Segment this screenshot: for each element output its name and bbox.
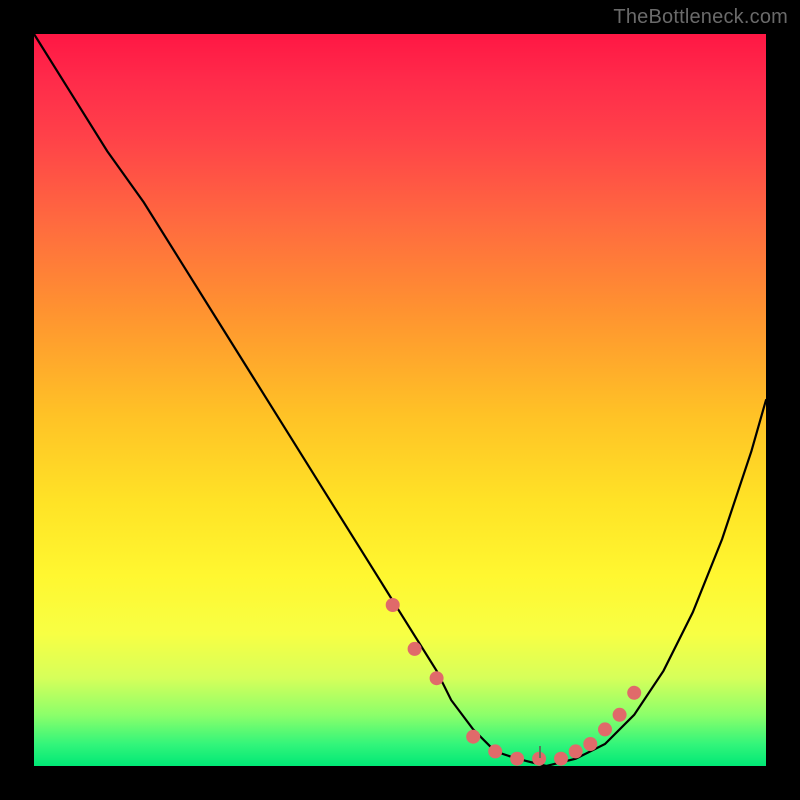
chart-stage: TheBottleneck.com [0,0,800,800]
highlight-dot [569,744,583,758]
chart-svg [34,34,766,766]
highlight-dot [510,752,524,766]
highlight-dot [554,752,568,766]
watermark-text: TheBottleneck.com [613,6,788,29]
plot-area [34,34,766,766]
highlight-dots-group [386,598,642,766]
highlight-dot [466,730,480,744]
highlight-dot [627,686,641,700]
highlight-dot [613,708,627,722]
highlight-dot [598,722,612,736]
highlight-dot [488,744,502,758]
bottleneck-curve-path [34,34,766,766]
highlight-dot [583,737,597,751]
highlight-dot [386,598,400,612]
highlight-dot [408,642,422,656]
highlight-dot [430,671,444,685]
